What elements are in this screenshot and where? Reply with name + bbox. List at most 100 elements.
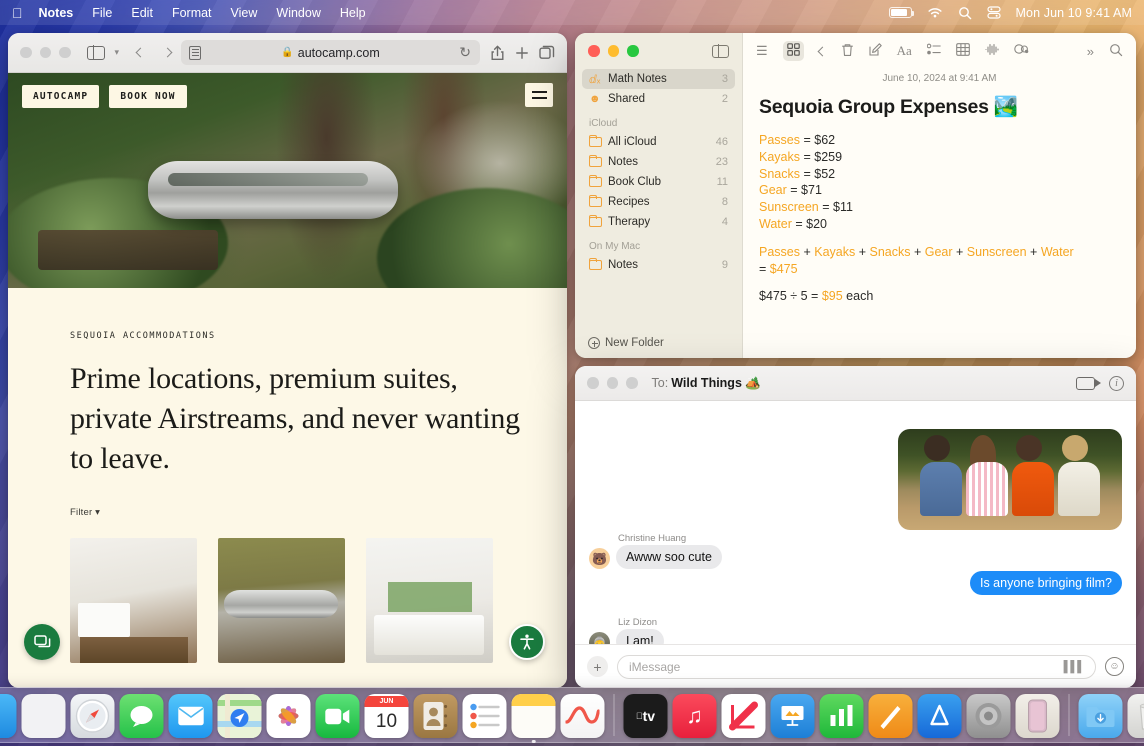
sidebar-item-therapy[interactable]: Therapy 4 — [582, 212, 735, 232]
table-icon[interactable] — [956, 43, 970, 59]
sidebar-item-recipes[interactable]: Recipes 8 — [582, 192, 735, 212]
menu-bar-clock[interactable]: Mon Jun 10 9:41 AM — [1016, 6, 1132, 20]
zoom-button[interactable] — [59, 47, 71, 59]
avatar[interactable]: 👵 — [589, 632, 610, 644]
dock-item-numbers[interactable] — [820, 694, 864, 738]
listing-card[interactable] — [366, 538, 493, 663]
close-button[interactable] — [588, 45, 600, 57]
minimize-button[interactable] — [607, 377, 619, 389]
filter-control[interactable]: Filter ▾ — [70, 507, 567, 518]
sidebar-icon[interactable] — [712, 45, 729, 58]
audio-icon[interactable] — [985, 43, 999, 59]
back-icon[interactable] — [817, 46, 827, 56]
battery-icon[interactable] — [889, 7, 912, 18]
dock-item-launchpad[interactable] — [22, 694, 66, 738]
accessibility-icon[interactable] — [509, 624, 545, 660]
imessage-input[interactable]: iMessage ▌▌▌ — [617, 655, 1096, 679]
menu-item-edit[interactable]: Edit — [131, 6, 153, 20]
dock-item-settings[interactable] — [967, 694, 1011, 738]
dock-item-contacts[interactable] — [414, 694, 458, 738]
dock-item-music[interactable]: ♫ — [673, 694, 717, 738]
minimize-button[interactable] — [40, 47, 52, 59]
gallery-view-icon[interactable] — [783, 41, 804, 61]
audio-waveform-icon[interactable]: ▌▌▌ — [1064, 661, 1084, 673]
video-camera-icon[interactable] — [1076, 377, 1095, 390]
chevron-left-icon[interactable] — [136, 48, 146, 58]
zoom-button[interactable] — [626, 377, 638, 389]
menu-item-window[interactable]: Window — [276, 6, 320, 20]
message-row[interactable]: 👵 I am! — [589, 629, 664, 644]
trash-icon[interactable] — [841, 43, 854, 60]
dock-item-finder[interactable]: ☺ — [0, 694, 17, 738]
search-icon[interactable] — [958, 6, 972, 20]
sidebar-item-all-icloud[interactable]: All iCloud 46 — [582, 132, 735, 152]
wifi-icon[interactable] — [927, 7, 943, 19]
dock-item-trash[interactable] — [1128, 694, 1144, 738]
sidebar-item-book-club[interactable]: Book Club 11 — [582, 172, 735, 192]
dock-item-tv[interactable]: tv — [624, 694, 668, 738]
menu-item-help[interactable]: Help — [340, 6, 366, 20]
info-circle-icon[interactable]: i — [1109, 376, 1124, 391]
compose-icon[interactable] — [869, 43, 882, 59]
close-button[interactable] — [20, 47, 32, 59]
dock-item-downloads[interactable] — [1079, 694, 1123, 738]
sidebar-item-notes[interactable]: Notes 23 — [582, 152, 735, 172]
sidebar-icon[interactable] — [87, 46, 105, 60]
dock-item-maps[interactable] — [218, 694, 262, 738]
safari-window[interactable]: ▾ 🔒 autocamp.com ↻ — [8, 33, 567, 688]
menu-item-format[interactable]: Format — [172, 6, 212, 20]
menu-item-file[interactable]: File — [92, 6, 112, 20]
listing-card[interactable] — [70, 538, 197, 663]
more-icon[interactable]: » — [1087, 44, 1094, 59]
recipient-field[interactable]: To:Wild Things 🏕️ — [652, 376, 761, 391]
message-bubble[interactable]: Awww soo cute — [616, 545, 722, 569]
sidebar-item-math-notes[interactable]: ⅆₓ Math Notes 3 — [582, 69, 735, 89]
search-icon[interactable] — [1109, 43, 1123, 60]
address-bar[interactable]: 🔒 autocamp.com ↻ — [181, 40, 480, 65]
dock-item-keynote[interactable] — [771, 694, 815, 738]
tab-overview-icon[interactable] — [539, 45, 555, 60]
window-traffic-lights[interactable] — [587, 377, 638, 389]
dock-item-notes[interactable] — [512, 694, 556, 738]
message-bubble[interactable]: Is anyone bringing film? — [970, 571, 1122, 595]
book-now-button[interactable]: BOOK NOW — [109, 85, 186, 108]
avatar[interactable]: 🐻 — [589, 548, 610, 569]
dock-item-reminders[interactable] — [463, 694, 507, 738]
checklist-icon[interactable] — [927, 43, 941, 59]
autocamp-logo[interactable]: AUTOCAMP — [22, 85, 99, 108]
dock-item-news[interactable] — [722, 694, 766, 738]
dock-item-photos[interactable] — [267, 694, 311, 738]
markup-icon[interactable] — [1014, 43, 1029, 59]
window-traffic-lights[interactable] — [588, 45, 639, 57]
reader-view-icon[interactable] — [189, 46, 201, 60]
sidebar-item-shared[interactable]: ☻ Shared 2 — [582, 89, 735, 109]
new-folder-button[interactable]: New Folder — [575, 328, 742, 358]
list-view-icon[interactable]: ☰ — [756, 43, 768, 59]
new-tab-icon[interactable] — [515, 46, 529, 60]
dock-item-calendar[interactable]: JUN 10 — [365, 694, 409, 738]
dock-item-pages[interactable] — [869, 694, 913, 738]
menu-item-view[interactable]: View — [231, 6, 258, 20]
sidebar-item-on-my-mac-notes[interactable]: Notes 9 — [582, 255, 735, 275]
listing-card[interactable] — [218, 538, 345, 663]
dock-item-facetime[interactable] — [316, 694, 360, 738]
dock-item-safari[interactable] — [71, 694, 115, 738]
minimize-button[interactable] — [608, 45, 620, 57]
dock-item-iphone-mirroring[interactable] — [1016, 694, 1060, 738]
message-bubble[interactable]: I am! — [616, 629, 664, 644]
chat-bubble-icon[interactable] — [24, 624, 60, 660]
chevron-down-icon[interactable]: ▾ — [115, 47, 120, 58]
emoji-icon[interactable]: ☺ — [1105, 657, 1124, 676]
message-row[interactable]: Is anyone bringing film? — [970, 571, 1122, 595]
dock-item-messages[interactable] — [120, 694, 164, 738]
menu-item-notes[interactable]: Notes — [39, 6, 74, 20]
note-body[interactable]: June 10, 2024 at 9:41 AM Sequoia Group E… — [743, 69, 1136, 358]
hamburger-menu-icon[interactable] — [525, 83, 553, 107]
apple-logo-icon[interactable]:  — [12, 6, 23, 20]
control-center-icon[interactable] — [987, 6, 1001, 19]
messages-window[interactable]: To:Wild Things 🏕️ i Christine Huang 🐻 Aw… — [575, 366, 1136, 688]
notes-window[interactable]: ⅆₓ Math Notes 3 ☻ Shared 2 iCloud All iC… — [575, 33, 1136, 358]
dock-item-mail[interactable] — [169, 694, 213, 738]
format-icon[interactable]: Aa — [897, 43, 912, 59]
dock-item-stocks[interactable] — [561, 694, 605, 738]
